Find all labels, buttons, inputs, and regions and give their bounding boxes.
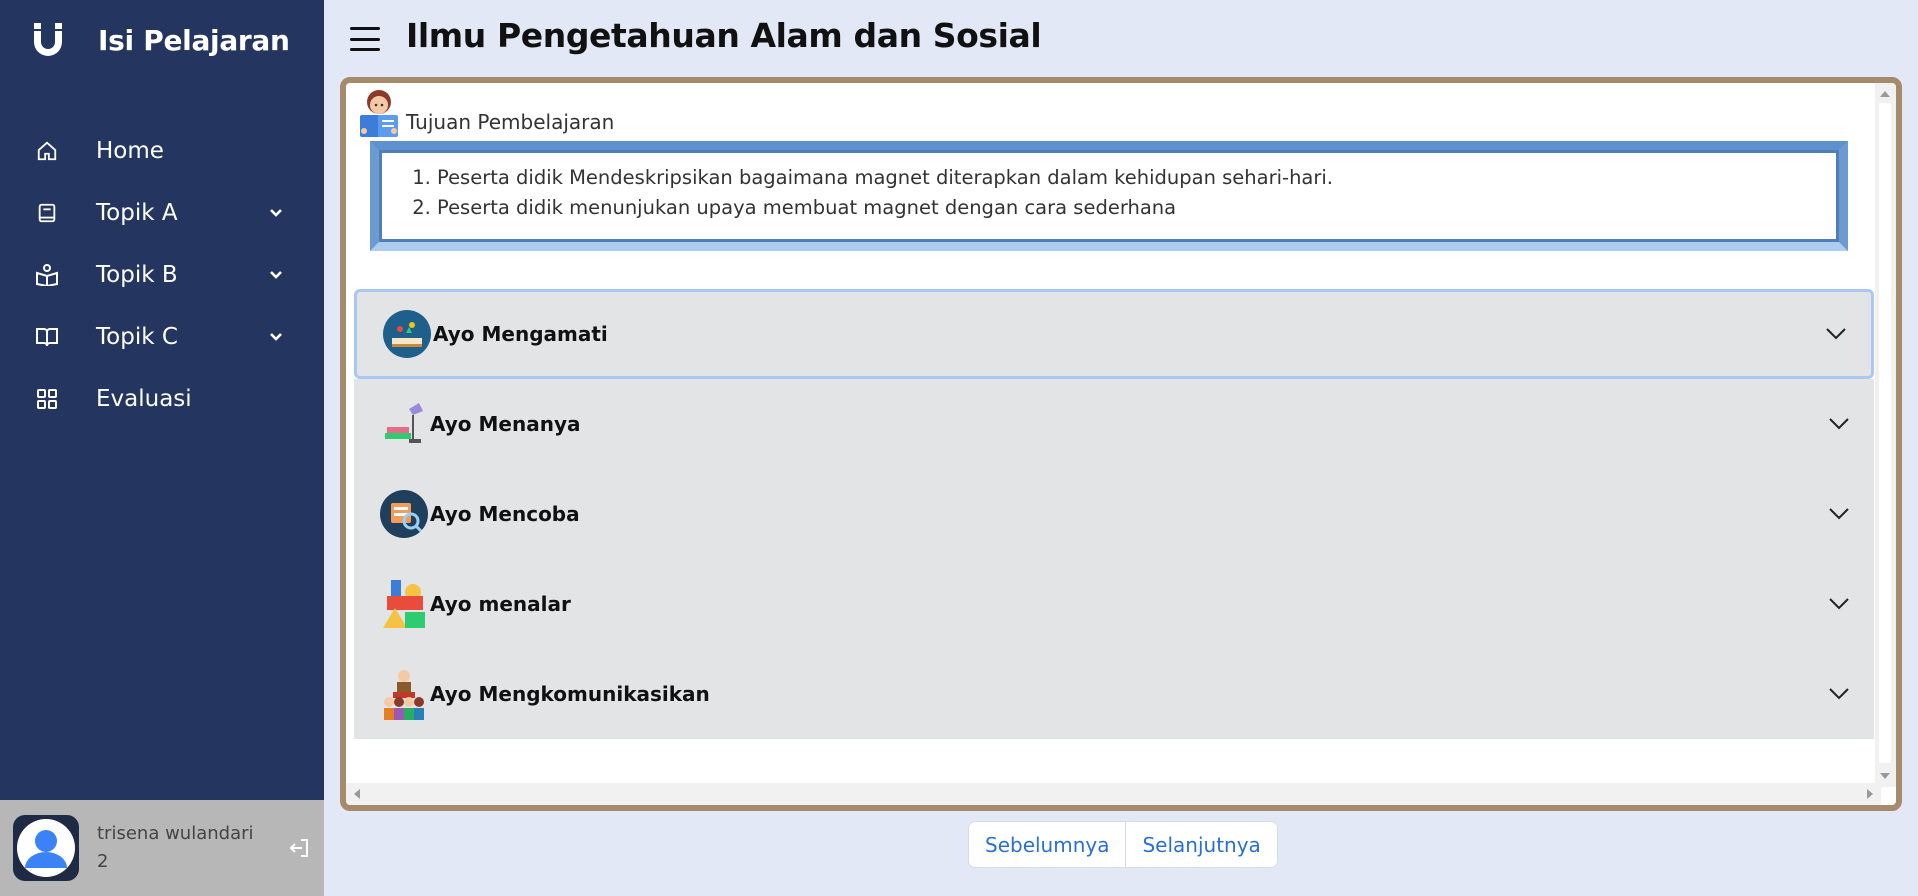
sidebar-item-home[interactable]: Home (0, 120, 324, 182)
goal-list: Peserta didik Mendeskripsikan bagaimana … (419, 163, 1839, 223)
sidebar-item-label: Topik B (96, 262, 178, 288)
experiment-icon (378, 488, 430, 540)
scroll-down-icon[interactable] (1880, 773, 1890, 779)
accordion-item-ayo-menanya[interactable]: Ayo Menanya (354, 379, 1874, 469)
logout-icon[interactable] (284, 833, 314, 863)
sidebar-nav: Home Topik A Topik B Topik C Evaluasi (0, 120, 324, 430)
student-reading-icon (356, 87, 402, 143)
sidebar-item-label: Evaluasi (96, 386, 192, 412)
sidebar-item-label: Home (96, 138, 164, 164)
home-icon (34, 138, 60, 164)
communicate-icon (378, 668, 430, 720)
brand: Isi Pelajaran (30, 18, 290, 62)
scroll-thumb[interactable] (1879, 103, 1891, 763)
sidebar-item-label: Topik A (96, 200, 178, 226)
scroll-up-icon[interactable] (1880, 91, 1890, 97)
grid-icon (34, 386, 60, 412)
content-frame: Tujuan Pembelajaran Peserta didik Mendes… (340, 77, 1902, 811)
reasoning-icon (378, 578, 430, 630)
goal-item: Peserta didik menunjukan upaya membuat m… (437, 193, 1839, 223)
menu-toggle-icon[interactable] (348, 22, 382, 56)
accordion-item-ayo-mencoba[interactable]: Ayo Mencoba (354, 469, 1874, 559)
open-book-icon (34, 324, 60, 350)
sidebar-item-topik-b[interactable]: Topik B (0, 244, 324, 306)
chevron-down-icon[interactable] (266, 327, 286, 347)
learning-goals-box: Peserta didik Mendeskripsikan bagaimana … (370, 141, 1848, 251)
user-number: 2 (97, 851, 109, 872)
user-info: trisena wulandari 2 (97, 820, 284, 876)
chevron-down-icon[interactable] (266, 265, 286, 285)
chevron-down-icon[interactable] (1826, 681, 1852, 707)
chevron-down-icon[interactable] (1823, 321, 1849, 347)
accordion-item-ayo-mengamati[interactable]: Ayo Mengamati (354, 289, 1874, 379)
user-name: trisena wulandari (97, 823, 254, 844)
scroll-left-icon[interactable] (354, 789, 360, 799)
goal-header: Tujuan Pembelajaran (356, 89, 614, 141)
accordion-title: Ayo Mencoba (430, 502, 580, 526)
sidebar-item-topik-c[interactable]: Topik C (0, 306, 324, 368)
next-button[interactable]: Selanjutnya (1125, 822, 1276, 867)
chevron-down-icon[interactable] (1826, 411, 1852, 437)
accordion-title: Ayo Mengamati (433, 322, 608, 346)
sidebar: Isi Pelajaran Home Topik A Topik B Topik… (0, 0, 324, 896)
pagination: Sebelumnya Selanjutnya (968, 821, 1278, 868)
content-area: Tujuan Pembelajaran Peserta didik Mendes… (346, 83, 1881, 787)
sidebar-item-evaluasi[interactable]: Evaluasi (0, 368, 324, 430)
sidebar-item-label: Topik C (96, 324, 178, 350)
page-title: Ilmu Pengetahuan Alam dan Sosial (406, 16, 1042, 55)
activity-accordion: Ayo Mengamati Ayo Menanya Ayo Mencoba Ay… (354, 289, 1874, 739)
vertical-scrollbar[interactable] (1875, 83, 1896, 787)
scroll-right-icon[interactable] (1867, 789, 1873, 799)
goal-item: Peserta didik Mendeskripsikan bagaimana … (437, 163, 1839, 193)
brand-title: Isi Pelajaran (98, 23, 290, 57)
reader-icon (34, 262, 60, 288)
sidebar-item-topik-a[interactable]: Topik A (0, 182, 324, 244)
observe-icon (381, 308, 433, 360)
book-icon (34, 200, 60, 226)
previous-button[interactable]: Sebelumnya (969, 822, 1125, 867)
chevron-down-icon[interactable] (266, 203, 286, 223)
accordion-title: Ayo Menanya (430, 412, 581, 436)
magnet-logo-icon (30, 22, 66, 58)
accordion-item-ayo-menalar[interactable]: Ayo menalar (354, 559, 1874, 649)
goal-label: Tujuan Pembelajaran (406, 110, 615, 134)
accordion-title: Ayo Mengkomunikasikan (430, 682, 710, 706)
accordion-item-ayo-mengkomunikasikan[interactable]: Ayo Mengkomunikasikan (354, 649, 1874, 739)
chevron-down-icon[interactable] (1826, 501, 1852, 527)
question-icon (378, 398, 430, 450)
user-profile: trisena wulandari 2 (0, 800, 324, 896)
avatar (13, 815, 79, 881)
accordion-title: Ayo menalar (430, 592, 571, 616)
horizontal-scrollbar[interactable] (346, 783, 1881, 805)
chevron-down-icon[interactable] (1826, 591, 1852, 617)
